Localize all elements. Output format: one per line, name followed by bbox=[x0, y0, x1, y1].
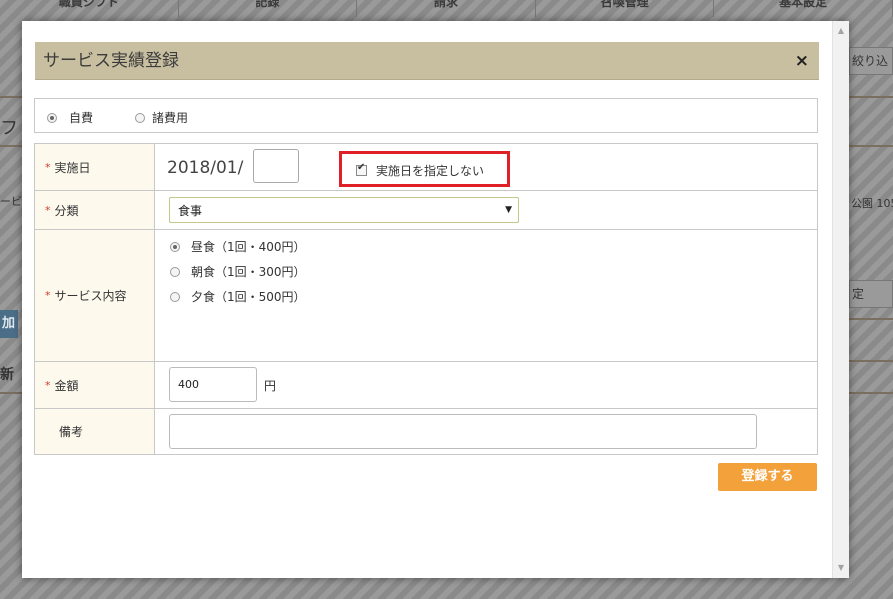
no-date-option[interactable]: 実施日を指定しない bbox=[356, 162, 484, 179]
radio-misc-expense[interactable] bbox=[135, 112, 145, 123]
date-label: * 実施日 bbox=[35, 144, 155, 190]
category-selected-value: 食事 bbox=[178, 203, 203, 218]
bg-address-fragment: 公園 105 bbox=[851, 197, 893, 210]
date-label-text: 実施日 bbox=[54, 160, 91, 175]
background-nav: 職員シフト 記録 請求 召喚管理 基本設定 bbox=[0, 0, 893, 17]
service-option-label: 朝食（1回・300円） bbox=[191, 265, 306, 279]
register-button[interactable]: 登録する bbox=[718, 463, 817, 491]
category-label-text: 分類 bbox=[54, 203, 79, 218]
date-row: * 実施日 2018/01/ 実施日を指定しない bbox=[35, 144, 817, 191]
scroll-up-arrow-icon[interactable]: ▲ bbox=[833, 23, 849, 39]
memo-label: 備考 bbox=[35, 409, 155, 454]
category-select[interactable]: 食事 ▼ bbox=[169, 197, 519, 223]
dialog-scrollbar[interactable]: ▲ ▼ bbox=[832, 21, 849, 578]
service-option-dinner[interactable]: 夕食（1回・500円） bbox=[170, 284, 306, 309]
category-label: * 分類 bbox=[35, 191, 155, 229]
payment-option-misc[interactable]: 諸費用 bbox=[135, 109, 188, 126]
radio-self-pay[interactable] bbox=[47, 112, 57, 123]
service-option-lunch[interactable]: 昼食（1回・400円） bbox=[170, 234, 306, 259]
date-prefix: 2018/01/ bbox=[167, 158, 244, 178]
bg-divider bbox=[849, 318, 893, 320]
memo-field bbox=[156, 409, 817, 454]
service-options: 昼食（1回・400円） 朝食（1回・300円） 夕食（1回・500円） bbox=[170, 234, 306, 309]
service-content-field: 昼食（1回・400円） 朝食（1回・300円） 夕食（1回・500円） bbox=[156, 230, 817, 361]
no-date-checkbox[interactable] bbox=[356, 162, 367, 176]
bg-nav-item: 職員シフト bbox=[0, 0, 179, 17]
close-icon[interactable]: × bbox=[795, 42, 809, 80]
amount-label-text: 金額 bbox=[54, 378, 79, 393]
payment-option-label: 自費 bbox=[69, 111, 94, 125]
memo-input[interactable] bbox=[169, 414, 757, 449]
bg-filter-button: 絞り込 bbox=[849, 47, 893, 75]
scroll-down-arrow-icon[interactable]: ▼ bbox=[833, 560, 849, 576]
amount-unit: 円 bbox=[264, 379, 277, 393]
highlight-annotation: 実施日を指定しない bbox=[339, 151, 510, 187]
amount-input[interactable]: 400 bbox=[169, 367, 257, 402]
required-mark: * bbox=[45, 378, 51, 392]
service-option-label: 夕食（1回・500円） bbox=[191, 290, 306, 304]
payment-type-group: 自費 諸費用 bbox=[34, 98, 818, 133]
bg-nav-item: 請求 bbox=[357, 0, 536, 17]
dialog-title: サービス実績登録 bbox=[43, 51, 179, 71]
amount-label: * 金額 bbox=[35, 362, 155, 408]
radio-dinner[interactable] bbox=[170, 291, 180, 302]
amount-row: * 金額 400 円 bbox=[35, 362, 817, 409]
required-mark: * bbox=[45, 160, 51, 174]
category-row: * 分類 食事 ▼ bbox=[35, 191, 817, 230]
amount-field: 400 円 bbox=[156, 362, 817, 408]
bg-heading-fragment: フ bbox=[0, 118, 18, 139]
required-mark: * bbox=[45, 203, 51, 217]
chevron-down-icon: ▼ bbox=[505, 205, 512, 215]
memo-row: 備考 bbox=[35, 409, 817, 454]
service-option-label: 昼食（1回・400円） bbox=[191, 240, 306, 254]
bg-add-button: 加 bbox=[0, 310, 18, 338]
service-content-row: * サービス内容 昼食（1回・400円） 朝食（1回・300円） 夕食（1回・5… bbox=[35, 230, 817, 362]
radio-lunch[interactable] bbox=[170, 241, 180, 252]
radio-breakfast[interactable] bbox=[170, 266, 180, 277]
service-option-breakfast[interactable]: 朝食（1回・300円） bbox=[170, 259, 306, 284]
service-form: * 実施日 2018/01/ 実施日を指定しない * 分類 bbox=[34, 143, 818, 455]
category-field: 食事 ▼ bbox=[156, 191, 817, 229]
required-mark: * bbox=[45, 289, 51, 302]
bg-nav-item: 召喚管理 bbox=[536, 0, 715, 17]
day-input[interactable] bbox=[253, 149, 299, 183]
bg-nav-item: 記録 bbox=[179, 0, 358, 17]
service-content-label: * サービス内容 bbox=[35, 230, 155, 361]
payment-option-self[interactable]: 自費 bbox=[47, 109, 93, 126]
bg-divider bbox=[849, 360, 893, 362]
bg-nav-item: 基本設定 bbox=[714, 0, 893, 17]
memo-label-text: 備考 bbox=[59, 425, 84, 439]
service-record-dialog: ▲ ▼ サービス実績登録 × 自費 諸費用 * 実施日 2018/01/ ✔ 実… bbox=[22, 21, 849, 578]
no-date-label: 実施日を指定しない bbox=[376, 164, 485, 178]
service-content-label-text: サービス内容 bbox=[54, 289, 127, 303]
bg-text-fragment: 新 bbox=[0, 367, 14, 383]
bg-setting-button: 定 bbox=[849, 280, 893, 308]
payment-option-label: 諸費用 bbox=[152, 111, 189, 125]
dialog-header: サービス実績登録 × bbox=[35, 42, 819, 80]
date-field: 2018/01/ 実施日を指定しない bbox=[156, 144, 817, 190]
